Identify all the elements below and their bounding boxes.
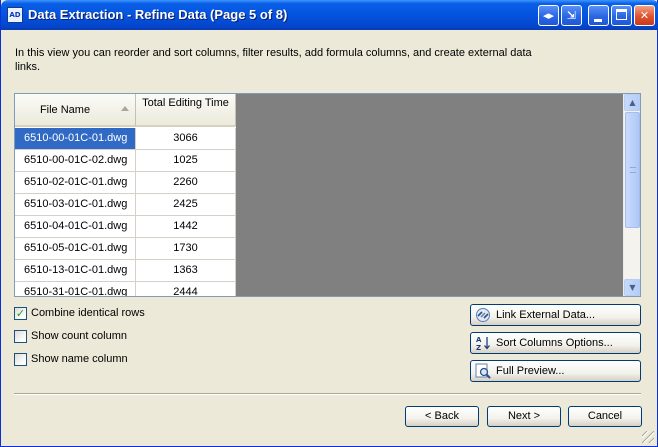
close-button[interactable]: ✕ [634, 5, 655, 26]
cell-file-name[interactable]: 6510-31-01C-01.dwg [15, 282, 136, 296]
combine-identical-rows-label: Combine identical rows [31, 307, 145, 319]
cell-file-name[interactable]: 6510-02-01C-01.dwg [15, 172, 136, 193]
sort-az-icon: A Z [476, 336, 490, 351]
column-header-file-name[interactable]: File Name [15, 94, 136, 127]
scroll-up-button[interactable]: ▲ [624, 94, 640, 111]
link-external-data-button[interactable]: Link External Data... [470, 304, 641, 326]
minimize-button[interactable] [588, 5, 609, 26]
cell-file-name[interactable]: 6510-04-01C-01.dwg [15, 216, 136, 237]
preview-magnifier-icon [475, 363, 491, 379]
title-bar[interactable]: AD Data Extraction - Refine Data (Page 5… [1, 0, 658, 30]
table-row[interactable]: 6510-31-01C-01.dwg 2444 [15, 282, 236, 296]
table-row[interactable]: 6510-00-01C-01.dwg 3066 [15, 128, 236, 150]
cell-file-name[interactable]: 6510-13-01C-01.dwg [15, 260, 136, 281]
combine-identical-rows-checkbox[interactable]: ✓ [14, 307, 27, 320]
grid-rows: 6510-00-01C-01.dwg 3066 6510-00-01C-02.dwg… [15, 128, 236, 296]
resize-grip-icon[interactable] [642, 431, 654, 443]
table-row[interactable]: 6510-03-01C-01.dwg 2425 [15, 194, 236, 216]
show-name-column-checkbox[interactable] [14, 353, 27, 366]
sort-columns-options-button[interactable]: A Z Sort Columns Options... [470, 332, 641, 354]
maximize-button[interactable] [611, 5, 632, 26]
cell-total-editing-time[interactable]: 3066 [136, 128, 236, 149]
footer-separator [14, 393, 641, 395]
show-count-column-label: Show count column [31, 330, 127, 342]
window-title: Data Extraction - Refine Data (Page 5 of… [28, 7, 288, 22]
svg-text:Z: Z [476, 344, 481, 351]
table-row[interactable]: 6510-02-01C-01.dwg 2260 [15, 172, 236, 194]
full-preview-label: Full Preview... [496, 365, 565, 377]
minimize-icon [594, 19, 602, 22]
show-name-column-label: Show name column [31, 353, 128, 365]
grip-icon [630, 167, 636, 173]
table-row[interactable]: 6510-04-01C-01.dwg 1442 [15, 216, 236, 238]
link-external-data-label: Link External Data... [496, 309, 596, 321]
cell-file-name[interactable]: 6510-00-01C-02.dwg [15, 150, 136, 171]
collapse-window-button[interactable]: ⇲ [561, 5, 582, 26]
cell-total-editing-time[interactable]: 2425 [136, 194, 236, 215]
cell-total-editing-time[interactable]: 1730 [136, 238, 236, 259]
data-grid[interactable]: File Name Total Editing Time 6510-00-01C… [15, 94, 236, 296]
vertical-scrollbar[interactable]: ▲ ▼ [623, 94, 640, 296]
sort-columns-options-label: Sort Columns Options... [496, 337, 613, 349]
cell-file-name[interactable]: 6510-05-01C-01.dwg [15, 238, 136, 259]
maximize-icon [616, 9, 627, 20]
next-button[interactable]: Next > [487, 406, 561, 427]
close-icon: ✕ [639, 9, 650, 22]
grid-header: File Name Total Editing Time [15, 94, 236, 127]
link-icon [476, 308, 490, 322]
back-button[interactable]: < Back [405, 406, 479, 427]
sort-ascending-icon [121, 106, 129, 111]
table-row[interactable]: 6510-00-01C-02.dwg 1025 [15, 150, 236, 172]
data-extraction-dialog: AD Data Extraction - Refine Data (Page 5… [0, 0, 658, 447]
cell-total-editing-time[interactable]: 2444 [136, 282, 236, 296]
full-preview-button[interactable]: Full Preview... [470, 360, 641, 382]
table-row[interactable]: 6510-05-01C-01.dwg 1730 [15, 238, 236, 260]
instructions-text: In this view you can reorder and sort co… [15, 47, 532, 73]
scroll-down-button[interactable]: ▼ [624, 279, 640, 296]
svg-text:A: A [476, 336, 482, 344]
table-row[interactable]: 6510-13-01C-01.dwg 1363 [15, 260, 236, 282]
column-header-total-editing-time[interactable]: Total Editing Time [136, 94, 236, 127]
cell-total-editing-time[interactable]: 2260 [136, 172, 236, 193]
collapse-window-icon: ⇲ [566, 9, 577, 22]
cell-total-editing-time[interactable]: 1025 [136, 150, 236, 171]
cell-file-name[interactable]: 6510-00-01C-01.dwg [15, 128, 136, 149]
show-count-column-checkbox[interactable] [14, 330, 27, 343]
cell-total-editing-time[interactable]: 1442 [136, 216, 236, 237]
scrollbar-thumb[interactable] [625, 112, 640, 228]
cell-file-name[interactable]: 6510-03-01C-01.dwg [15, 194, 136, 215]
data-grid-area: File Name Total Editing Time 6510-00-01C… [14, 93, 641, 297]
cancel-button[interactable]: Cancel [568, 406, 642, 427]
column-header-label: File Name [39, 104, 91, 116]
expand-arrows-icon: ◂▸ [542, 9, 555, 22]
expand-arrows-button[interactable]: ◂▸ [538, 5, 559, 26]
app-icon: AD [7, 7, 23, 23]
cell-total-editing-time[interactable]: 1363 [136, 260, 236, 281]
